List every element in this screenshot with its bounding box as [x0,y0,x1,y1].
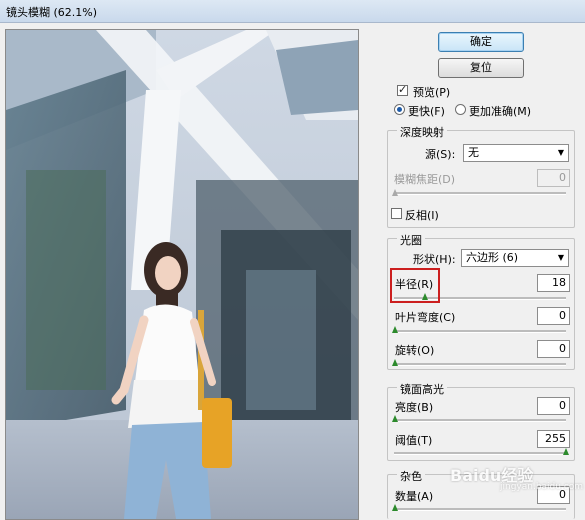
window-title: 镜头模糊 (62.1%) [6,6,98,19]
rotation-slider-thumb[interactable] [392,359,398,366]
brightness-slider-thumb[interactable] [392,415,398,422]
shape-label: 形状(H): [413,253,456,266]
brightness-input[interactable]: 0 [537,397,570,415]
specular-title: 镜面高光 [397,381,447,397]
blur-focal-input[interactable]: 0 [537,169,570,187]
iris-title: 光圈 [397,232,425,248]
baidu-watermark-url: jingyan.baidu.com [500,482,584,492]
shape-select[interactable]: 六边形 (6) ▼ [461,249,569,267]
radius-highlight-box [390,268,440,303]
reset-button[interactable]: 复位 [438,58,524,78]
radius-input[interactable]: 18 [537,274,570,292]
invert-label: 反相(I) [405,209,439,222]
blade-curvature-label: 叶片弯度(C) [395,311,456,324]
faster-label: 更快(F) [408,105,445,118]
preview-label: 预览(P) [413,86,451,99]
chevron-down-icon: ▼ [557,148,565,157]
depth-map-title: 深度映射 [397,124,447,140]
source-value: 无 [468,146,479,159]
rotation-slider-track[interactable] [394,363,566,366]
amount-label: 数量(A) [395,490,434,503]
blade-curvature-slider-thumb[interactable] [392,326,398,333]
preview-photo [6,30,358,519]
faster-radio[interactable] [394,104,405,115]
shape-value: 六边形 (6) [466,251,519,264]
brightness-slider-track[interactable] [394,419,566,422]
blur-focal-label: 模糊焦距(D) [394,173,456,186]
noise-title: 杂色 [397,468,425,484]
chevron-down-icon: ▼ [557,253,565,262]
threshold-slider-thumb[interactable] [563,448,569,455]
preview-checkbox[interactable] [397,83,408,96]
rotation-label: 旋转(O) [395,344,435,357]
blade-curvature-slider-track[interactable] [394,330,566,333]
threshold-label: 阈值(T) [395,434,433,447]
title-bar: 镜头模糊 (62.1%) [0,0,585,23]
invert-checkbox[interactable] [391,208,402,219]
amount-slider-track[interactable] [394,508,566,511]
blur-focal-slider-thumb[interactable] [392,189,398,196]
threshold-slider-track[interactable] [394,452,566,455]
brightness-label: 亮度(B) [395,401,434,414]
source-select[interactable]: 无 ▼ [463,144,569,162]
more-accurate-label: 更加准确(M) [469,105,532,118]
preview-image[interactable] [5,29,359,520]
amount-slider-thumb[interactable] [392,504,398,511]
rotation-input[interactable]: 0 [537,340,570,358]
source-label: 源(S): [425,148,456,161]
more-accurate-radio[interactable] [455,104,466,115]
blade-curvature-input[interactable]: 0 [537,307,570,325]
threshold-input[interactable]: 255 [537,430,570,448]
ok-button[interactable]: 确定 [438,32,524,52]
blur-focal-slider-track[interactable] [394,192,566,195]
